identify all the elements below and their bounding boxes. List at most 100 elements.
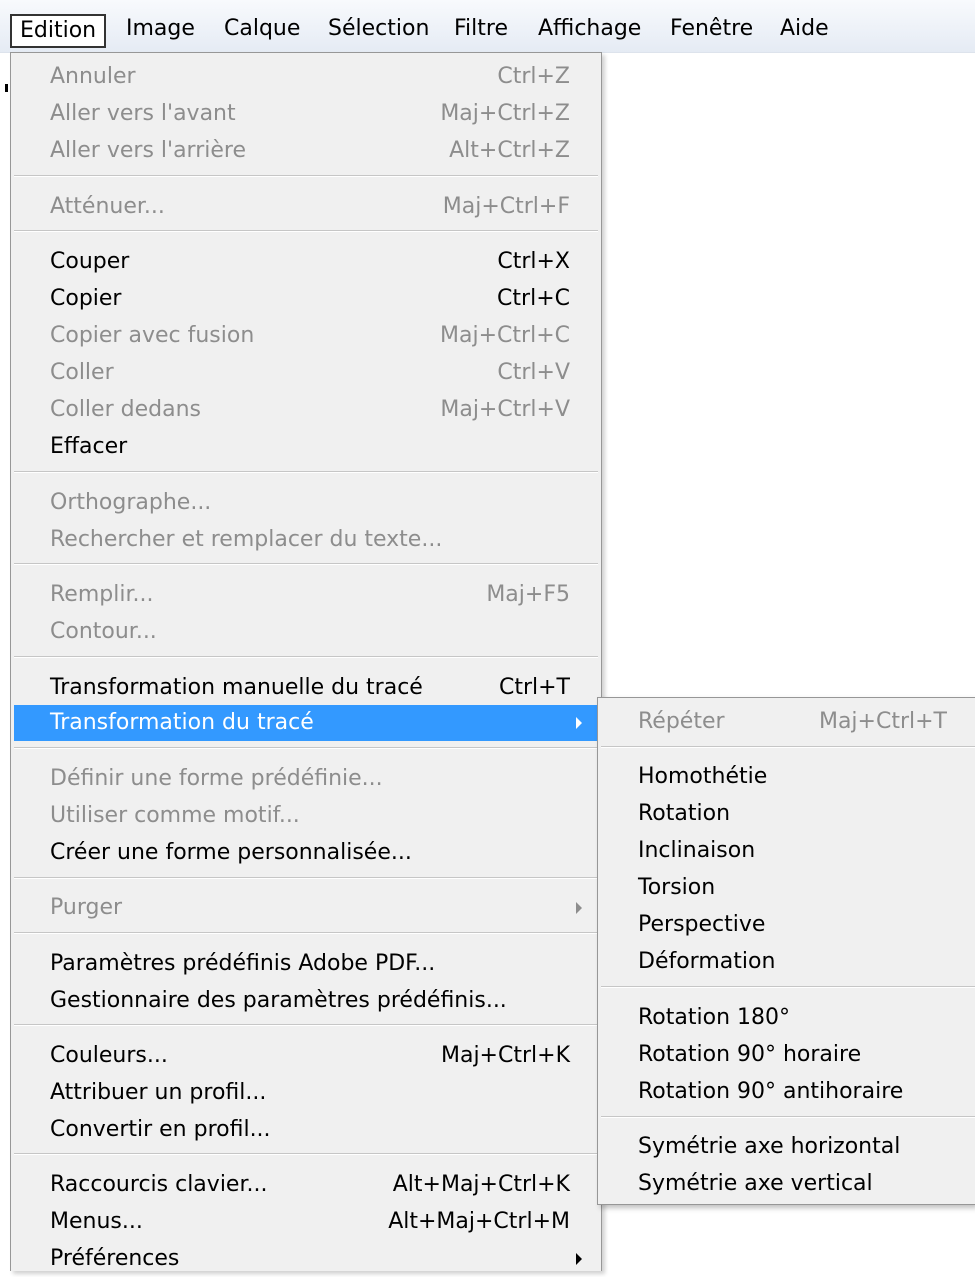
menu-item-label: Définir une forme prédéfinie... bbox=[50, 766, 383, 791]
menu-item-label: Menus... bbox=[50, 1209, 143, 1234]
transformation-submenu: Répéter Maj+Ctrl+T Homothétie Rotation I… bbox=[597, 697, 975, 1205]
menu-item-utiliser-motif[interactable]: Utiliser comme motif... bbox=[14, 798, 598, 834]
menu-item-coller[interactable]: Coller Ctrl+V bbox=[14, 355, 598, 391]
menu-item-label: Copier bbox=[50, 286, 122, 311]
menu-aide[interactable]: Aide bbox=[772, 12, 837, 46]
menu-item-shortcut: Maj+Ctrl+K bbox=[440, 1043, 570, 1068]
menu-item-attenuer[interactable]: Atténuer... Maj+Ctrl+F bbox=[14, 189, 598, 225]
menu-item-shortcut: Ctrl+V bbox=[497, 360, 570, 385]
submenu-arrow-icon bbox=[576, 1253, 582, 1265]
menu-item-raccourcis-clavier[interactable]: Raccourcis clavier... Alt+Maj+Ctrl+K bbox=[14, 1167, 598, 1203]
menu-item-label: Copier avec fusion bbox=[50, 323, 255, 348]
menu-fenetre[interactable]: Fenêtre bbox=[662, 12, 761, 46]
menu-item-label: Créer une forme personnalisée... bbox=[50, 840, 412, 865]
menu-item-shortcut: Maj+Ctrl+T bbox=[818, 709, 947, 734]
menu-item-orthographe[interactable]: Orthographe... bbox=[14, 485, 598, 521]
menu-item-label: Couper bbox=[50, 249, 130, 274]
menu-item-remplir[interactable]: Remplir... Maj+F5 bbox=[14, 577, 598, 613]
submenu-item-symetrie-horizontal[interactable]: Symétrie axe horizontal bbox=[601, 1129, 975, 1165]
menu-item-label: Rotation bbox=[638, 801, 731, 826]
menu-item-label: Aller vers l'arrière bbox=[50, 138, 246, 163]
menu-separator bbox=[14, 932, 598, 934]
menu-item-annuler[interactable]: Annuler Ctrl+Z bbox=[14, 59, 598, 95]
submenu-item-repeter[interactable]: Répéter Maj+Ctrl+T bbox=[601, 704, 975, 740]
menu-calque[interactable]: Calque bbox=[216, 12, 308, 46]
menu-item-preferences[interactable]: Préférences bbox=[14, 1241, 598, 1277]
menu-item-parametres-pdf[interactable]: Paramètres prédéfinis Adobe PDF... bbox=[14, 946, 598, 982]
menu-item-couper[interactable]: Couper Ctrl+X bbox=[14, 244, 598, 280]
menu-item-label: Annuler bbox=[50, 64, 136, 89]
menu-filtre[interactable]: Filtre bbox=[446, 12, 516, 46]
menu-separator bbox=[14, 1153, 598, 1155]
menu-item-creer-forme[interactable]: Créer une forme personnalisée... bbox=[14, 835, 598, 871]
edition-dropdown-menu: Annuler Ctrl+Z Aller vers l'avant Maj+Ct… bbox=[10, 52, 602, 1271]
menu-item-copier[interactable]: Copier Ctrl+C bbox=[14, 281, 598, 317]
menu-separator bbox=[601, 746, 975, 748]
menu-item-label: Rotation 90° horaire bbox=[638, 1042, 862, 1067]
menu-item-aller-vers-avant[interactable]: Aller vers l'avant Maj+Ctrl+Z bbox=[14, 96, 598, 132]
menu-item-transformation-manuelle[interactable]: Transformation manuelle du tracé Ctrl+T bbox=[14, 670, 598, 706]
submenu-item-inclinaison[interactable]: Inclinaison bbox=[601, 833, 975, 869]
submenu-item-rotation-90-antihoraire[interactable]: Rotation 90° antihoraire bbox=[601, 1074, 975, 1110]
menu-selection[interactable]: Sélection bbox=[320, 12, 437, 46]
menu-separator bbox=[14, 1024, 598, 1026]
menu-item-attribuer-profil[interactable]: Attribuer un profil... bbox=[14, 1075, 598, 1111]
menu-item-shortcut: Maj+F5 bbox=[486, 582, 570, 607]
menu-item-label: Gestionnaire des paramètres prédéfinis..… bbox=[50, 988, 507, 1013]
menu-item-shortcut: Ctrl+T bbox=[498, 675, 570, 700]
menu-item-label: Convertir en profil... bbox=[50, 1117, 271, 1142]
menu-separator bbox=[14, 877, 598, 879]
menu-item-label: Rotation 90° antihoraire bbox=[638, 1079, 904, 1104]
menu-item-shortcut: Maj+Ctrl+C bbox=[440, 323, 570, 348]
menu-item-shortcut: Maj+Ctrl+F bbox=[442, 194, 570, 219]
menu-image[interactable]: Image bbox=[118, 12, 203, 46]
menu-separator bbox=[601, 1116, 975, 1118]
menu-item-label: Transformation manuelle du tracé bbox=[50, 675, 423, 700]
submenu-item-rotation-90-horaire[interactable]: Rotation 90° horaire bbox=[601, 1037, 975, 1073]
menu-item-effacer[interactable]: Effacer bbox=[14, 429, 598, 465]
submenu-arrow-icon bbox=[576, 717, 582, 729]
menu-item-label: Raccourcis clavier... bbox=[50, 1172, 268, 1197]
menu-item-contour[interactable]: Contour... bbox=[14, 614, 598, 650]
menu-item-label: Utiliser comme motif... bbox=[50, 803, 300, 828]
submenu-item-rotation[interactable]: Rotation bbox=[601, 796, 975, 832]
submenu-item-torsion[interactable]: Torsion bbox=[601, 870, 975, 906]
menu-item-gestionnaire-parametres[interactable]: Gestionnaire des paramètres prédéfinis..… bbox=[14, 983, 598, 1019]
submenu-item-perspective[interactable]: Perspective bbox=[601, 907, 975, 943]
menu-item-couleurs[interactable]: Couleurs... Maj+Ctrl+K bbox=[14, 1038, 598, 1074]
menu-item-shortcut: Ctrl+C bbox=[497, 286, 570, 311]
menu-item-label: Orthographe... bbox=[50, 490, 212, 515]
menu-item-aller-vers-arriere[interactable]: Aller vers l'arrière Alt+Ctrl+Z bbox=[14, 133, 598, 169]
menu-item-label: Rotation 180° bbox=[638, 1005, 790, 1030]
submenu-item-homothetie[interactable]: Homothétie bbox=[601, 759, 975, 795]
background-mark bbox=[5, 84, 8, 92]
menu-item-convertir-profil[interactable]: Convertir en profil... bbox=[14, 1112, 598, 1148]
menu-item-definir-forme[interactable]: Définir une forme prédéfinie... bbox=[14, 761, 598, 797]
menu-item-label: Préférences bbox=[50, 1246, 180, 1271]
menu-item-transformation-du-trace[interactable]: Transformation du tracé bbox=[14, 705, 598, 741]
menu-affichage[interactable]: Affichage bbox=[530, 12, 649, 46]
menu-item-shortcut: Alt+Ctrl+Z bbox=[449, 138, 570, 163]
menu-edition[interactable]: Edition bbox=[10, 14, 107, 48]
menu-item-label: Symétrie axe horizontal bbox=[638, 1134, 901, 1159]
menu-item-label: Coller dedans bbox=[50, 397, 201, 422]
menu-separator bbox=[601, 986, 975, 988]
menu-item-label: Couleurs... bbox=[50, 1043, 168, 1068]
menu-item-shortcut: Alt+Maj+Ctrl+M bbox=[388, 1209, 570, 1234]
menu-item-label: Déformation bbox=[638, 949, 776, 974]
submenu-item-rotation-180[interactable]: Rotation 180° bbox=[601, 1000, 975, 1036]
submenu-item-symetrie-vertical[interactable]: Symétrie axe vertical bbox=[601, 1166, 975, 1202]
menu-item-label: Coller bbox=[50, 360, 114, 385]
menu-item-coller-dedans[interactable]: Coller dedans Maj+Ctrl+V bbox=[14, 392, 598, 428]
menu-bar: Edition Image Calque Sélection Filtre Af… bbox=[0, 0, 975, 53]
submenu-arrow-icon bbox=[576, 902, 582, 914]
menu-item-menus[interactable]: Menus... Alt+Maj+Ctrl+M bbox=[14, 1204, 598, 1240]
menu-item-rechercher-remplacer[interactable]: Rechercher et remplacer du texte... bbox=[14, 522, 598, 558]
menu-item-purger[interactable]: Purger bbox=[14, 890, 598, 926]
menu-item-label: Paramètres prédéfinis Adobe PDF... bbox=[50, 951, 436, 976]
submenu-item-deformation[interactable]: Déformation bbox=[601, 944, 975, 980]
menu-item-shortcut: Alt+Maj+Ctrl+K bbox=[392, 1172, 570, 1197]
menu-item-copier-avec-fusion[interactable]: Copier avec fusion Maj+Ctrl+C bbox=[14, 318, 598, 354]
menu-item-label: Effacer bbox=[50, 434, 128, 459]
menu-item-label: Torsion bbox=[638, 875, 716, 900]
